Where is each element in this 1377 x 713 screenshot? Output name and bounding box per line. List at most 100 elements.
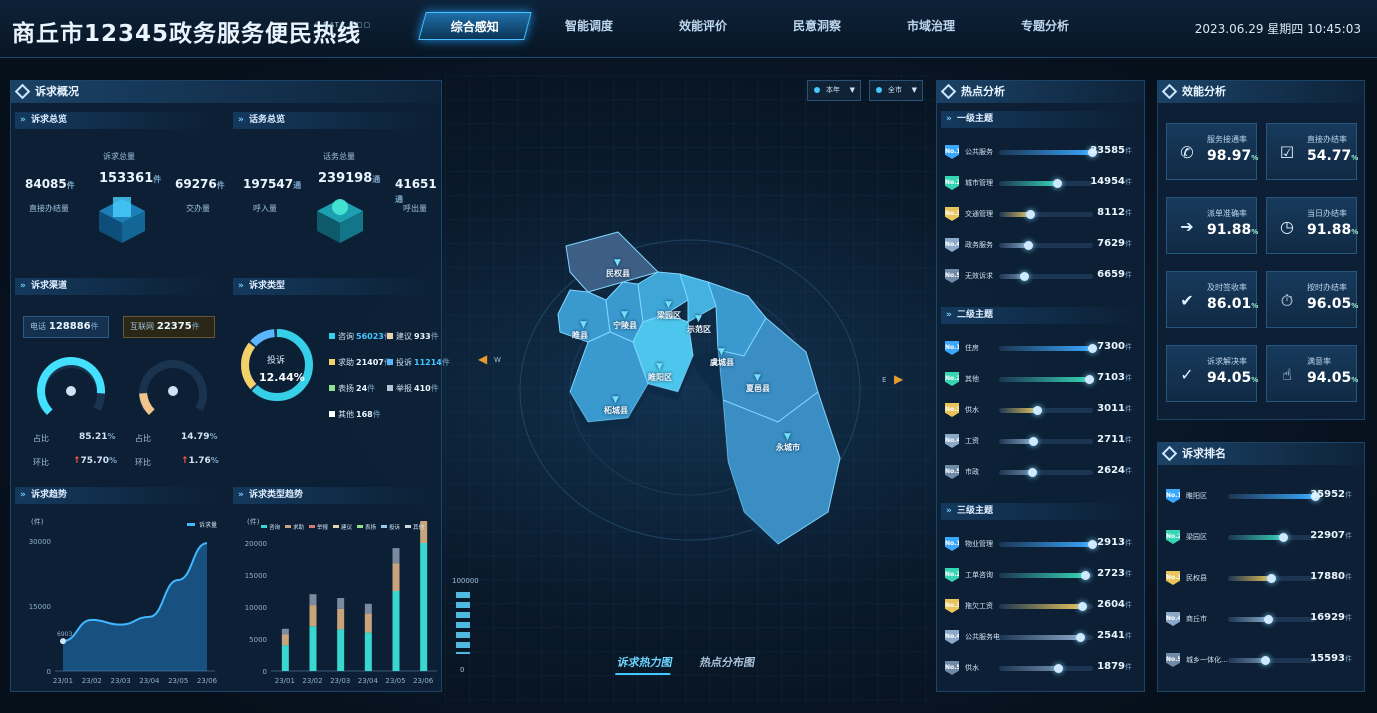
ranking-row[interactable]: No.5 市政 2624件 xyxy=(937,465,1144,485)
tab-opinion[interactable]: 民意洞察 xyxy=(776,12,858,40)
thumbs-up-icon: ☝ xyxy=(1282,365,1292,384)
rank-badge-icon: No.5 xyxy=(1166,653,1180,667)
map-region-label[interactable]: ▼ 梁园区 xyxy=(657,300,681,321)
map-region-label[interactable]: ▼ 虞城县 xyxy=(710,347,734,368)
ranking-bar-fill xyxy=(999,181,1059,186)
map-region-label[interactable]: ▼ 示范区 xyxy=(687,314,711,335)
kpi-label: 诉求解决率 xyxy=(1207,357,1247,366)
ranking-bar xyxy=(999,602,1093,611)
ranking-row[interactable]: No.3 供水 3011件 xyxy=(937,403,1144,423)
tab-evaluation[interactable]: 效能评价 xyxy=(662,12,744,40)
map-pin-icon: ▼ xyxy=(695,314,702,324)
ranking-value: 23585件 xyxy=(1090,145,1132,156)
ranking-row[interactable]: No.4 政务服务 7629件 xyxy=(937,238,1144,258)
internet-yoy-label: 环比 xyxy=(135,458,151,467)
tab-dispatch[interactable]: 智能调度 xyxy=(548,12,630,40)
ranking-row[interactable]: No.5 城乡一体化… 15593件 xyxy=(1158,653,1364,673)
y-tick-label: 15000 xyxy=(29,603,51,611)
arrow-up-icon: ↑ xyxy=(181,456,189,466)
ranking-row[interactable]: No.3 拖欠工资 2604件 xyxy=(937,599,1144,619)
legend-label: 投诉 xyxy=(389,523,401,531)
rank-badge-icon: No.1 xyxy=(945,537,959,551)
ranking-row[interactable]: No.1 物业管理 2913件 xyxy=(937,537,1144,557)
ranking-row[interactable]: No.2 梁园区 22907件 xyxy=(1158,530,1364,550)
unit: 通 xyxy=(372,175,381,184)
arrow-up-icon: ↑ xyxy=(73,456,81,466)
kpi-label: 按时办结率 xyxy=(1307,283,1347,292)
ranking-row[interactable]: No.4 商丘市 16929件 xyxy=(1158,612,1364,632)
ranking-name: 商丘市 xyxy=(1186,615,1207,623)
map-region-label[interactable]: ▼ 永城市 xyxy=(776,432,800,453)
ranking-name: 城乡一体化… xyxy=(1186,656,1228,664)
ranking-value: 3011件 xyxy=(1097,403,1132,414)
legend-swatch xyxy=(329,333,335,339)
header-sub-text: + DATA xyxy=(313,21,346,29)
tab-governance[interactable]: 市域治理 xyxy=(890,12,972,40)
ranking-value-number: 1879 xyxy=(1097,661,1125,672)
area-filter[interactable]: 全市 ▼ xyxy=(869,80,923,101)
map-region-label[interactable]: ▼ 柘城县 xyxy=(604,395,628,416)
kpi-unit: % xyxy=(1351,376,1359,384)
map-pin-icon: ▼ xyxy=(580,320,587,330)
ranking-row[interactable]: No.2 工单咨询 2723件 xyxy=(937,568,1144,588)
ranking-value-number: 7103 xyxy=(1097,372,1125,383)
ranking-row[interactable]: No.1 睢阳区 35952件 xyxy=(1158,489,1364,509)
ranking-bar-fill xyxy=(999,604,1083,609)
ranking-row[interactable]: No.2 其他 7103件 xyxy=(937,372,1144,392)
panel-title: 效能分析 xyxy=(1182,85,1226,98)
tab-topic[interactable]: 专题分析 xyxy=(1004,12,1086,40)
ranking-row[interactable]: No.2 城市管理 14954件 xyxy=(937,176,1144,196)
map-region-label[interactable]: ▼ 睢县 xyxy=(572,320,588,341)
type-unit: 件 xyxy=(367,384,376,393)
ranking-row[interactable]: No.5 供水 1879件 xyxy=(937,661,1144,681)
ranking-name: 公共服务 xyxy=(965,148,993,156)
ranking-row[interactable]: No.3 交通管理 8112件 xyxy=(937,207,1144,227)
map-region-label[interactable]: ▼ 民权县 xyxy=(606,258,630,279)
ranking-bar xyxy=(999,437,1093,446)
ranking-value: 1879件 xyxy=(1097,661,1132,672)
bar-segment xyxy=(364,613,372,633)
city-map[interactable] xyxy=(548,222,848,552)
internet-value: 22375 xyxy=(156,321,192,332)
ranking-unit: 件 xyxy=(1345,614,1352,622)
ranking-bar-knob xyxy=(1024,241,1034,250)
ranking-row[interactable]: No.1 住房 7300件 xyxy=(937,341,1144,361)
ranking-value-number: 8112 xyxy=(1097,207,1125,218)
ranking-row[interactable]: No.5 无效诉求 6659件 xyxy=(937,269,1144,289)
total-number: 153361 xyxy=(99,171,154,186)
type-value: 21407 xyxy=(356,358,384,367)
panel-title: 热点分析 xyxy=(961,85,1005,98)
tab-overview[interactable]: 综合感知 xyxy=(418,12,532,40)
kpi-number: 86.01 xyxy=(1207,296,1252,312)
ranking-row[interactable]: No.1 公共服务 23585件 xyxy=(937,145,1144,165)
ranking-bar-fill xyxy=(999,542,1093,547)
rank-badge-icon: No.5 xyxy=(945,661,959,675)
calls-out-label: 呼出量 xyxy=(403,204,427,213)
map-region-label[interactable]: ▼ 睢阳区 xyxy=(648,362,672,383)
unit: 件 xyxy=(90,322,99,331)
ranking-name: 住房 xyxy=(965,344,979,352)
type-unit: 件 xyxy=(441,358,450,367)
bar-segment xyxy=(309,605,317,627)
ranking-row[interactable]: No.4 公共服务电… 2541件 xyxy=(937,630,1144,650)
year-filter[interactable]: 本年 ▼ xyxy=(807,80,861,101)
type-value: 11214 xyxy=(414,358,442,367)
kpi-value: 96.05% xyxy=(1307,296,1358,312)
calls-total-label: 话务总量 xyxy=(323,152,355,161)
y-tick-label: 10000 xyxy=(245,604,267,612)
ranking-row[interactable]: No.3 民权县 17880件 xyxy=(1158,571,1364,591)
rank-badge-icon: No.4 xyxy=(945,434,959,448)
map-region-label[interactable]: ▼ 夏邑县 xyxy=(746,373,770,394)
kpi-number: 94.05 xyxy=(1207,370,1252,386)
hot-group-header: 一级主题 xyxy=(941,111,1139,128)
ranking-value-number: 2913 xyxy=(1097,537,1125,548)
tab-heatmap[interactable]: 诉求热力图 xyxy=(615,654,674,675)
ranking-bar-knob xyxy=(1028,437,1038,446)
ranking-row[interactable]: No.4 工资 2711件 xyxy=(937,434,1144,454)
tab-distribution[interactable]: 热点分布图 xyxy=(699,654,757,670)
diamond-icon xyxy=(1161,83,1178,100)
ranking-value: 2711件 xyxy=(1097,434,1132,445)
map-region-label[interactable]: ▼ 宁陵县 xyxy=(613,310,637,331)
kpi-number: 91.88 xyxy=(1207,222,1252,238)
transfer-number: 69276 xyxy=(175,177,217,191)
